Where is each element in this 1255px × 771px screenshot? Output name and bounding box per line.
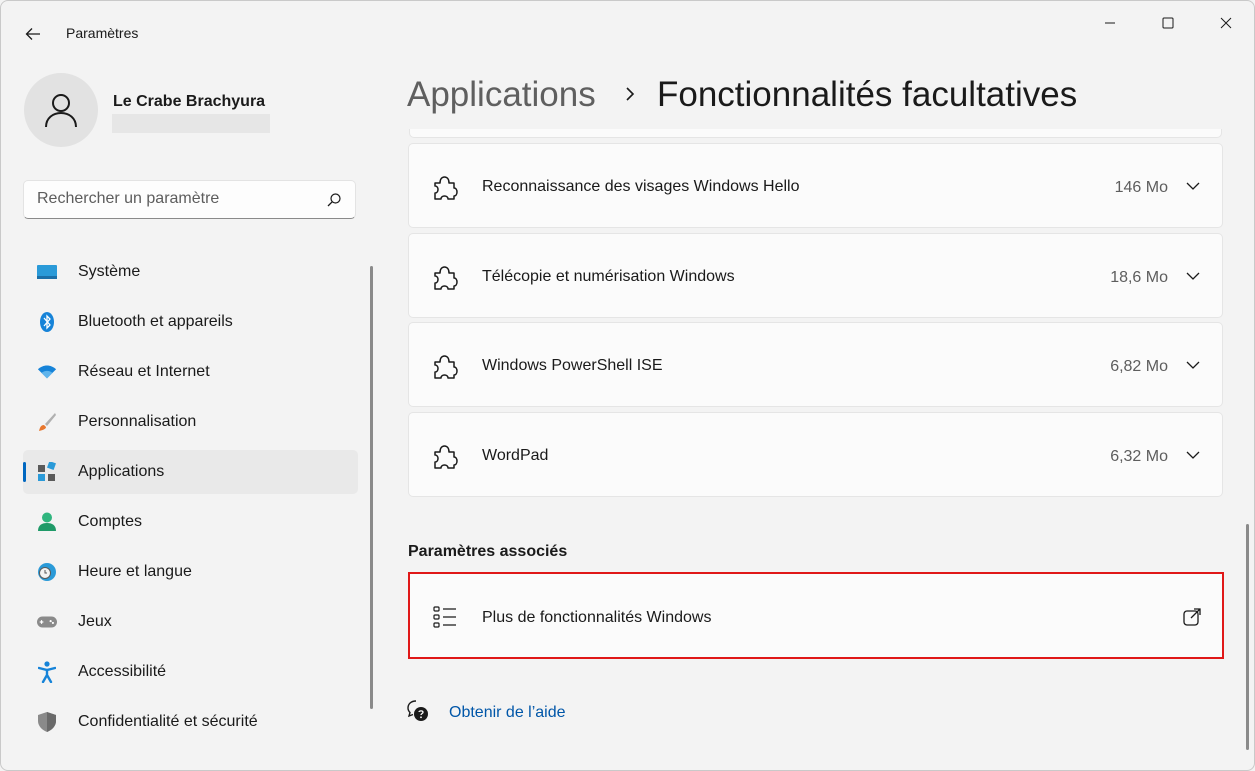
sidebar-item-heure[interactable]: Heure et langue	[23, 550, 358, 594]
maximize-button[interactable]	[1139, 1, 1197, 45]
wifi-icon	[37, 362, 57, 382]
person-icon	[45, 94, 77, 128]
feature-name: Télécopie et numérisation Windows	[482, 268, 735, 285]
feature-card[interactable]: Windows PowerShell ISE 6,82 Mo	[408, 322, 1223, 407]
back-arrow-icon	[25, 28, 40, 40]
sidebar-item-bluetooth[interactable]: Bluetooth et appareils	[23, 300, 358, 344]
minimize-icon	[1105, 22, 1115, 24]
feature-card[interactable]: WordPad 6,32 Mo	[408, 412, 1223, 497]
feature-name: WordPad	[482, 447, 549, 464]
search-box[interactable]	[23, 180, 356, 219]
feature-size: 6,32 Mo	[1110, 448, 1168, 465]
sidebar-item-accessibilite[interactable]: Accessibilité	[23, 650, 358, 694]
help-chat-icon	[407, 700, 428, 721]
maximize-icon	[1162, 17, 1174, 29]
external-link-icon	[1183, 608, 1201, 626]
sidebar-item-label: Comptes	[78, 513, 143, 530]
sidebar-item-systeme[interactable]: Système	[23, 250, 358, 294]
account-icon	[37, 512, 57, 532]
puzzle-icon	[434, 266, 458, 290]
content-scrollbar[interactable]	[1246, 524, 1249, 750]
page-title: Fonctionnalités facultatives	[657, 75, 1078, 114]
more-windows-features-link[interactable]: Plus de fonctionnalités Windows	[408, 572, 1224, 659]
feature-size: 6,82 Mo	[1110, 358, 1168, 375]
feature-name: Windows PowerShell ISE	[482, 357, 663, 374]
apps-icon	[37, 462, 57, 482]
user-email-redacted	[112, 114, 270, 133]
feature-card[interactable]: Reconnaissance des visages Windows Hello…	[408, 143, 1223, 228]
shield-icon	[37, 712, 57, 732]
sidebar-item-jeux[interactable]: Jeux	[23, 600, 358, 644]
close-button[interactable]	[1197, 1, 1254, 45]
close-icon	[1220, 17, 1232, 29]
sidebar-item-reseau[interactable]: Réseau et Internet	[23, 350, 358, 394]
expand-button[interactable]	[1178, 351, 1208, 379]
feature-size: 18,6 Mo	[1110, 269, 1168, 286]
puzzle-icon	[434, 445, 458, 469]
sidebar-item-label: Confidentialité et sécurité	[78, 713, 258, 730]
chevron-down-icon	[1186, 182, 1200, 190]
search-icon[interactable]	[325, 191, 343, 209]
sidebar-item-label: Jeux	[78, 613, 112, 630]
settings-window: Paramètres Le Crabe Brachyura Système	[0, 0, 1255, 771]
puzzle-icon	[434, 355, 458, 379]
gamepad-icon	[37, 612, 57, 632]
paintbrush-icon	[37, 412, 57, 432]
related-item-label: Plus de fonctionnalités Windows	[482, 609, 712, 626]
sidebar-item-label: Système	[78, 263, 141, 280]
app-title: Paramètres	[66, 25, 139, 41]
search-input[interactable]	[37, 190, 317, 208]
get-help-link[interactable]: Obtenir de l’aide	[449, 704, 566, 722]
avatar[interactable]	[24, 73, 98, 147]
sidebar-item-applications[interactable]: Applications	[23, 450, 358, 494]
accessibility-icon	[37, 661, 57, 683]
sidebar-scrollbar[interactable]	[370, 266, 373, 709]
back-button[interactable]	[19, 21, 47, 47]
user-name: Le Crabe Brachyura	[113, 93, 266, 110]
sidebar-item-label: Réseau et Internet	[78, 363, 210, 380]
selection-indicator	[23, 462, 26, 482]
list-icon	[433, 606, 456, 628]
feature-size: 146 Mo	[1114, 179, 1168, 196]
breadcrumb-parent[interactable]: Applications	[407, 75, 596, 115]
chevron-down-icon	[1186, 451, 1200, 459]
section-title-related: Paramètres associés	[408, 543, 568, 560]
sidebar-item-confidentialite[interactable]: Confidentialité et sécurité	[23, 700, 358, 744]
chevron-right-icon	[626, 87, 635, 101]
sidebar-item-comptes[interactable]: Comptes	[23, 500, 358, 544]
feature-card-partial	[409, 129, 1222, 138]
sidebar-item-label: Accessibilité	[78, 663, 167, 680]
expand-button[interactable]	[1178, 441, 1208, 469]
puzzle-icon	[434, 176, 458, 200]
sidebar-item-label: Bluetooth et appareils	[78, 313, 233, 330]
sidebar-item-label: Heure et langue	[78, 563, 192, 580]
system-display-icon	[37, 262, 57, 282]
feature-card[interactable]: Télécopie et numérisation Windows 18,6 M…	[408, 233, 1223, 318]
chevron-down-icon	[1186, 272, 1200, 280]
sidebar-item-label: Applications	[78, 463, 165, 480]
expand-button[interactable]	[1178, 262, 1208, 290]
globe-clock-icon	[37, 562, 57, 582]
minimize-button[interactable]	[1081, 1, 1139, 45]
expand-button[interactable]	[1178, 172, 1208, 200]
sidebar-item-label: Personnalisation	[78, 413, 197, 430]
feature-name: Reconnaissance des visages Windows Hello	[482, 178, 800, 195]
bluetooth-icon	[37, 312, 57, 332]
chevron-down-icon	[1186, 361, 1200, 369]
sidebar-item-personnalisation[interactable]: Personnalisation	[23, 400, 358, 444]
